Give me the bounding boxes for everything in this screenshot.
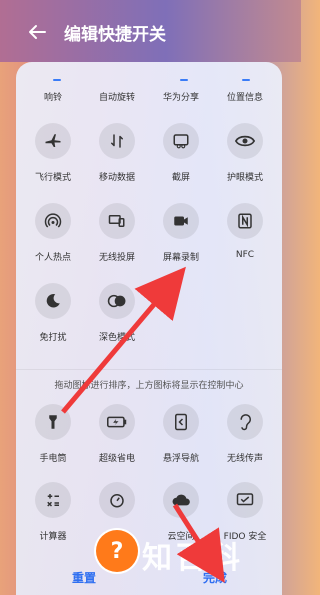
tile-cloud[interactable] <box>163 482 199 518</box>
cloud-icon <box>172 494 190 506</box>
tile-hotspot[interactable] <box>35 203 71 239</box>
eye-icon <box>235 135 255 147</box>
tile-battery-saver[interactable] <box>99 404 135 440</box>
tile-label: 免打扰 <box>39 333 67 343</box>
tile-floating-nav[interactable] <box>163 404 199 440</box>
tile-label: 飞行模式 <box>34 173 71 183</box>
tile-label: 无线传声 <box>226 454 263 464</box>
hearing-icon <box>240 414 251 431</box>
watermark-text: 知百科 <box>142 541 244 576</box>
tile-screen-record[interactable] <box>163 203 199 239</box>
screen-record-icon <box>174 216 188 226</box>
tile-fido[interactable] <box>227 482 263 518</box>
calculator-icon <box>47 494 59 507</box>
tile-label-ring[interactable]: 响铃 <box>18 90 88 103</box>
floating-nav-icon <box>175 413 187 431</box>
page-title: 编辑快捷开关 <box>64 25 166 45</box>
fido-icon <box>236 493 254 506</box>
tile-dark-mode[interactable] <box>99 283 135 319</box>
tile-label: 个人热点 <box>34 253 71 263</box>
battery-saver-icon <box>107 416 127 428</box>
back-arrow-icon <box>29 25 46 39</box>
tile-flashlight[interactable] <box>35 404 71 440</box>
tile-label: 手电筒 <box>39 454 67 464</box>
tile-timer[interactable] <box>99 482 135 518</box>
tile-label: 无线投屏 <box>98 253 135 263</box>
mobile-data-icon <box>111 134 123 148</box>
back-button[interactable] <box>26 21 48 43</box>
quick-settings-panel: 响铃 自动旋转 华为分享 位置信息 飞行模式 移动数据 截屏 护眼模式 个人热点… <box>16 62 282 595</box>
tile-calculator[interactable] <box>35 482 71 518</box>
tile-label-huawei-share[interactable]: 华为分享 <box>146 90 216 103</box>
wireless-projection-icon <box>108 215 125 227</box>
tile-label: 截屏 <box>171 173 190 183</box>
tile-label: NFC <box>235 250 255 260</box>
reset-button[interactable]: 重置 <box>72 569 96 586</box>
tile-eye-comfort[interactable] <box>227 123 263 159</box>
tile-do-not-disturb[interactable] <box>35 283 71 319</box>
tile-label-location[interactable]: 位置信息 <box>210 90 280 103</box>
tile-hearing[interactable] <box>227 404 263 440</box>
tile-airplane[interactable] <box>35 123 71 159</box>
tile-screenshot[interactable] <box>163 123 199 159</box>
flashlight-icon <box>49 415 57 429</box>
tile-label: 护眼模式 <box>226 173 263 183</box>
tile-label: 屏幕录制 <box>162 253 199 263</box>
tile-mobile-data[interactable] <box>99 123 135 159</box>
tile-label: 悬浮导航 <box>162 454 199 464</box>
tile-label: 深色模式 <box>98 333 135 343</box>
tile-label: 超级省电 <box>98 454 135 464</box>
watermark-logo-icon: ? <box>96 530 138 572</box>
indicator-dot <box>180 79 188 81</box>
airplane-icon <box>45 134 61 147</box>
tile-label: 计算器 <box>39 532 67 542</box>
tile-label-auto-rotate[interactable]: 自动旋转 <box>82 90 152 103</box>
section-divider <box>16 369 282 370</box>
hotspot-icon <box>44 213 62 228</box>
timer-icon <box>110 494 124 508</box>
screenshot-icon <box>173 134 189 149</box>
drag-hint: 拖动图标进行排序，上方图标将显示在控制中心 <box>54 381 244 391</box>
indicator-dot <box>53 79 61 81</box>
nfc-icon <box>238 213 252 229</box>
tile-wireless-projection[interactable] <box>99 203 135 239</box>
tile-label: 移动数据 <box>98 173 135 183</box>
moon-icon <box>46 294 60 308</box>
header-bar: 编辑快捷开关 <box>0 0 301 62</box>
indicator-dot <box>242 79 250 81</box>
dark-mode-icon <box>107 294 126 308</box>
tile-nfc[interactable] <box>227 203 263 239</box>
